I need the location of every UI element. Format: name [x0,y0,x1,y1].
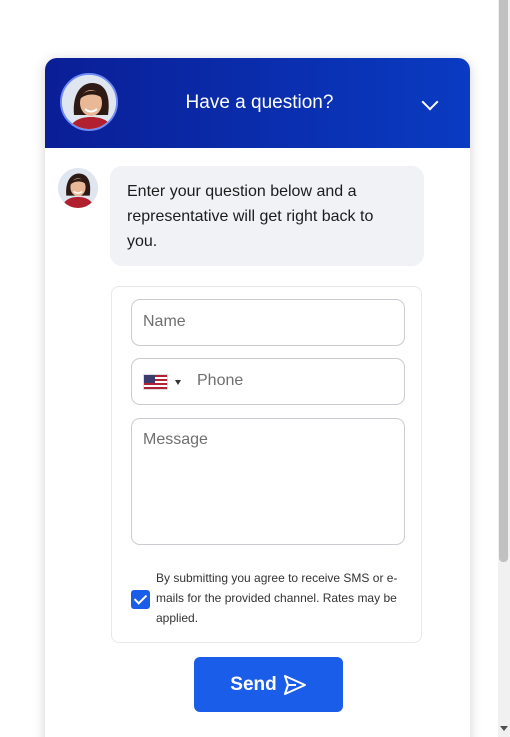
send-button[interactable]: Send [194,657,343,712]
message-textarea[interactable] [143,431,393,531]
us-flag-icon[interactable] [143,374,168,390]
phone-field[interactable] [131,358,405,405]
scroll-down-arrow-icon[interactable] [500,726,508,731]
widget-header[interactable]: Have a question? [45,58,470,148]
phone-input[interactable] [197,372,397,390]
send-button-label: Send [230,673,277,695]
country-dropdown-caret-icon[interactable] [175,380,181,385]
page-scrollbar[interactable] [498,0,510,737]
avatar-image [58,168,98,208]
consent-text: By submitting you agree to receive SMS o… [156,571,398,625]
name-field[interactable] [131,299,405,346]
message-avatar [58,168,98,208]
contact-form: By submitting you agree to receive SMS o… [111,286,422,643]
chat-widget: Have a question? Enter your question bel… [45,58,470,737]
consent-checkbox[interactable] [131,590,150,609]
scrollbar-thumb[interactable] [499,0,508,562]
send-icon [283,674,306,695]
header-title: Have a question? [185,92,334,113]
message-field[interactable] [131,418,405,545]
name-input[interactable] [143,313,393,331]
greeting-message: Enter your question below and a represen… [110,166,424,266]
